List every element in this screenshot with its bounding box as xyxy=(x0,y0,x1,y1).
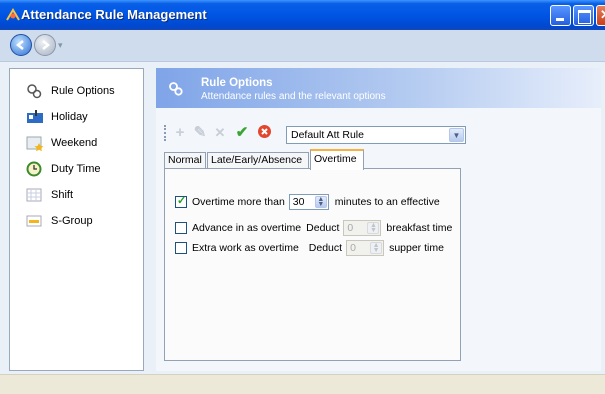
extra-work-row: Extra work as overtime Deduct 0 ▲ ▼ suppe… xyxy=(175,240,444,256)
section-subtitle: Attendance rules and the relevant option… xyxy=(201,91,386,102)
tab-overtime[interactable]: Overtime xyxy=(310,149,364,170)
status-bar xyxy=(0,374,605,394)
maximize-button[interactable] xyxy=(573,5,594,26)
stepper-arrows-icon[interactable]: ▲ ▼ xyxy=(367,222,380,234)
group-icon xyxy=(26,213,44,229)
rule-options-icon xyxy=(168,81,184,97)
close-button[interactable] xyxy=(596,5,605,26)
section-title: Rule Options xyxy=(201,77,273,89)
overtime-minutes-stepper[interactable]: 30 ▲ ▼ xyxy=(288,194,329,210)
sidebar-item-label: Weekend xyxy=(51,137,98,149)
delete-icon[interactable]: ✕ xyxy=(211,124,229,142)
supper-time-label: supper time xyxy=(389,242,444,254)
save-icon[interactable]: ✔ xyxy=(233,124,251,142)
overtime-more-than-row: Overtime more than 30 ▲▼ minutes to an e… xyxy=(175,194,440,210)
sidebar-item-label: S-Group xyxy=(51,215,93,227)
sidebar-item-label: Rule Options xyxy=(51,85,115,97)
clock-icon xyxy=(26,161,44,177)
history-dropdown-icon[interactable]: ▾ xyxy=(58,40,63,51)
supper-deduct-value: 0 xyxy=(350,242,356,254)
sidebar-item-weekend[interactable]: Weekend xyxy=(26,133,141,153)
stepper-arrows-icon[interactable]: ▲ ▼ xyxy=(314,196,327,208)
sidebar-item-duty-time[interactable]: Duty Time xyxy=(26,159,141,179)
rule-toolbar: + ✎ ✕ ✔ xyxy=(163,122,283,144)
minimize-button[interactable] xyxy=(550,5,571,26)
forward-button[interactable] xyxy=(34,34,56,56)
edit-icon[interactable]: ✎ xyxy=(191,124,209,142)
sidebar-item-label: Duty Time xyxy=(51,163,101,175)
main-area: Rule Options Holiday Weekend Duty Time S… xyxy=(0,62,605,374)
overtime-minutes-value: 30 xyxy=(292,196,305,208)
holiday-icon xyxy=(26,109,44,125)
extra-work-label: Extra work as overtime xyxy=(192,242,299,254)
rule-dropdown[interactable]: Default Att Rule ▼ xyxy=(286,126,466,144)
breakfast-deduct-value: 0 xyxy=(347,222,354,234)
app-icon xyxy=(5,8,21,22)
advance-in-checkbox[interactable] xyxy=(175,222,187,234)
cancel-icon[interactable] xyxy=(255,124,273,142)
toolbar-grip[interactable] xyxy=(164,125,166,141)
extra-work-checkbox[interactable] xyxy=(175,242,187,254)
breakfast-deduct-stepper[interactable]: 0 ▲ ▼ xyxy=(343,220,382,236)
sidebar-item-rule-options[interactable]: Rule Options xyxy=(26,81,141,101)
tab-normal[interactable]: Normal xyxy=(164,152,206,169)
advance-in-label: Advance in as overtime xyxy=(192,222,302,234)
overtime-suffix-label: minutes to an effective xyxy=(334,196,440,208)
sidebar-item-label: Shift xyxy=(51,189,74,201)
sidebar-item-s-group[interactable]: S-Group xyxy=(26,211,141,231)
deduct-label: Deduct xyxy=(306,222,340,234)
section-header: Rule Options Attendance rules and the re… xyxy=(156,68,601,108)
sidebar-item-holiday[interactable]: Holiday xyxy=(26,107,141,127)
chevron-down-icon[interactable]: ▼ xyxy=(449,128,464,142)
navigation-bar: ▾ xyxy=(0,30,605,62)
weekend-icon xyxy=(26,135,44,152)
add-icon[interactable]: + xyxy=(171,124,189,142)
overtime-more-than-checkbox[interactable] xyxy=(175,194,187,208)
deduct-label: Deduct xyxy=(308,242,343,254)
rule-options-icon xyxy=(26,83,44,99)
advance-in-row: Advance in as overtime Deduct 0 ▲ ▼ break… xyxy=(175,220,452,236)
sidebar-item-label: Holiday xyxy=(51,111,88,123)
stepper-arrows-icon[interactable]: ▲ ▼ xyxy=(370,242,383,254)
sidebar: Rule Options Holiday Weekend Duty Time S… xyxy=(9,68,144,371)
rule-dropdown-value: Default Att Rule xyxy=(291,129,364,141)
window-title: Attendance Rule Management xyxy=(21,7,207,22)
tab-late-early-absence[interactable]: Late/Early/Absence xyxy=(207,152,309,169)
content-panel: Rule Options Attendance rules and the re… xyxy=(156,68,601,371)
breakfast-time-label: breakfast time xyxy=(386,222,453,234)
supper-deduct-stepper[interactable]: 0 ▲ ▼ xyxy=(346,240,385,256)
shift-icon xyxy=(26,187,44,203)
overtime-more-than-label: Overtime more than xyxy=(192,196,285,208)
overtime-tab-panel: Overtime more than 30 ▲▼ minutes to an e… xyxy=(164,168,461,361)
title-bar: Attendance Rule Management xyxy=(0,0,605,30)
sidebar-item-shift[interactable]: Shift xyxy=(26,185,141,205)
back-button[interactable] xyxy=(10,34,32,56)
